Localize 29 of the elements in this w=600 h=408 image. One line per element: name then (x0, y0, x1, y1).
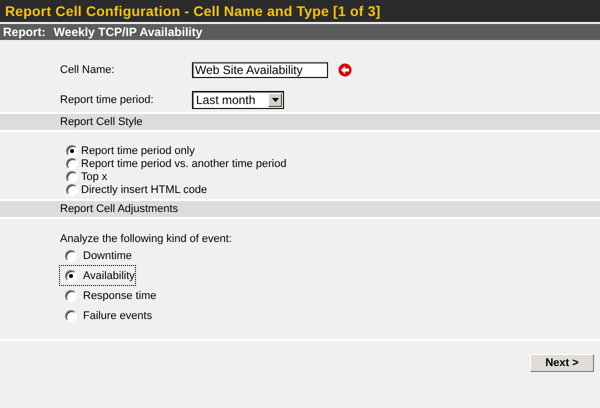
radio-button[interactable] (66, 184, 78, 196)
section-header: Report Cell Adjustments (0, 199, 600, 219)
radio-button[interactable] (65, 310, 77, 322)
radio-button[interactable] (66, 158, 78, 170)
cell-name-field[interactable]: Web Site Availability (192, 62, 328, 78)
radio-button[interactable] (66, 145, 78, 157)
next-button[interactable]: Next > (530, 354, 594, 372)
field-label: Report time period: (60, 94, 155, 106)
option-label: Report time period only (81, 145, 195, 157)
prompt-text: Analyze the following kind of event: (60, 233, 233, 245)
caret-icon (272, 98, 278, 102)
option-label: Failure events (83, 310, 152, 322)
field-label: Cell Name: (60, 64, 116, 76)
report-label: Report: (3, 24, 46, 40)
option-label: Report time period vs. another time period (81, 158, 286, 170)
report-name: Weekly TCP/IP Availability (54, 24, 202, 40)
section-header: Report Cell Style (0, 112, 600, 132)
arrow-left-icon (338, 63, 352, 77)
option-label: Availability (83, 270, 135, 282)
radio-button[interactable] (66, 171, 78, 183)
option-label: Directly insert HTML code (81, 184, 208, 196)
option-label: Downtime (83, 250, 132, 262)
window-title: Report Cell Configuration - Cell Name and Type [1 of 3] (0, 0, 600, 22)
radio-button[interactable] (65, 270, 77, 282)
radio-button[interactable] (65, 250, 77, 262)
radio-button[interactable] (65, 290, 77, 302)
option-label: Response time (83, 290, 156, 302)
time-period-dropdown[interactable]: Last month (192, 91, 284, 109)
option-label: Top x (81, 171, 108, 183)
